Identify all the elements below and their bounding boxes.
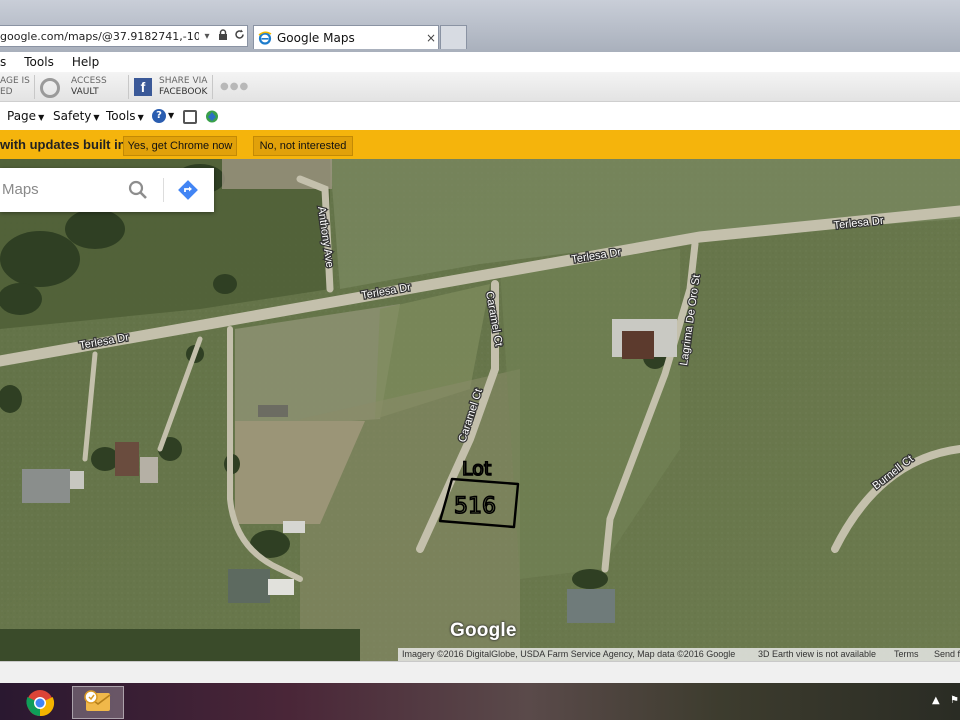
lot-label: Lot [462, 458, 491, 480]
satellite-imagery[interactable]: Terlesa Dr Terlesa Dr Terlesa Dr Terlesa… [0, 159, 960, 661]
menu-bar: s Tools Help [0, 52, 960, 72]
terms-link[interactable]: Terms [894, 648, 919, 661]
chrome-taskbar-button[interactable] [14, 686, 66, 719]
new-tab-button[interactable] [440, 25, 467, 49]
map-attribution-bar: Imagery ©2016 DigitalGlobe, USDA Farm Se… [398, 648, 960, 661]
toolbar-divider [212, 75, 213, 99]
menu-item-tools[interactable]: Tools [24, 55, 54, 69]
safety-menu-label: Safety [53, 109, 92, 123]
chevron-down-icon: ▼ [137, 113, 144, 122]
access-vault-line2: VAULT [71, 87, 99, 97]
search-divider [163, 178, 164, 202]
search-placeholder[interactable]: Maps [2, 181, 39, 198]
address-bar[interactable]: google.com/maps/@37.9182741,-104.89( ▾ [0, 25, 248, 47]
get-chrome-button[interactable]: Yes, get Chrome now [123, 136, 237, 156]
tools-menu-label: Tools [106, 109, 136, 123]
chrome-promo-banner: with updates built in Yes, get Chrome no… [0, 130, 960, 159]
tab-title: Google Maps [277, 30, 355, 45]
flag-icon[interactable]: ⚑ [950, 695, 959, 706]
help-icon[interactable]: ? [152, 109, 166, 123]
toolbar-partial-line2: ED [0, 87, 13, 97]
page-menu-button[interactable]: Page ▼ [7, 109, 44, 123]
chevron-down-icon: ▼ [38, 113, 45, 122]
not-interested-button[interactable]: No, not interested [253, 136, 353, 156]
map-canvas[interactable]: Terlesa Dr Terlesa Dr Terlesa Dr Terlesa… [0, 159, 960, 661]
maps-search-box[interactable]: Maps [0, 168, 214, 212]
menu-item-help[interactable]: Help [72, 55, 99, 69]
share-line2: FACEBOOK [159, 87, 208, 97]
more-options-icon[interactable]: ●●● [220, 81, 249, 92]
vault-icon[interactable] [40, 78, 60, 98]
imagery-credit: Imagery ©2016 DigitalGlobe, USDA Farm Se… [402, 649, 736, 659]
address-url[interactable]: google.com/maps/@37.9182741,-104.89( [0, 30, 199, 43]
outlook-icon [84, 690, 111, 711]
dropdown-arrow-icon[interactable]: ▾ [199, 31, 215, 42]
safety-menu-button[interactable]: Safety ▼ [53, 109, 100, 123]
research-icon[interactable] [183, 110, 197, 124]
chrome-icon [26, 690, 55, 717]
toolbar-divider [34, 75, 35, 99]
share-facebook-button[interactable]: SHARE VIA FACEBOOK [159, 76, 207, 98]
banner-message: with updates built in [0, 137, 126, 152]
command-bar: Page ▼ Safety ▼ Tools ▼ ? ▼ [0, 102, 960, 130]
tab-google-maps[interactable]: Google Maps × [253, 25, 439, 49]
chevron-down-icon[interactable]: ▼ [168, 111, 174, 120]
facebook-icon[interactable]: f [134, 78, 152, 96]
earth-view-notice: 3D Earth view is not available [758, 649, 877, 659]
menu-item-partial[interactable]: s [0, 55, 6, 69]
extension-toolbar: AGE IS ED ACCESS VAULT f SHARE VIA FACEB… [0, 72, 960, 102]
page-menu-label: Page [7, 109, 37, 123]
lot-number: 516 [454, 494, 496, 519]
lock-icon[interactable] [215, 29, 231, 43]
browser-title-bar: google.com/maps/@37.9182741,-104.89( ▾ G… [0, 0, 960, 52]
windows-taskbar: ▲ ⚑ [0, 683, 960, 720]
tray-overflow-icon[interactable]: ▲ [932, 695, 940, 706]
toolbar-partial-line1: AGE IS [0, 76, 30, 86]
google-logo: Google [450, 620, 517, 641]
share-line1: SHARE VIA [159, 76, 208, 86]
send-feedback-link[interactable]: Send f [934, 648, 960, 661]
directions-icon[interactable] [177, 179, 199, 201]
tools-menu-button[interactable]: Tools ▼ [106, 109, 144, 123]
tab-close-button[interactable]: × [424, 31, 438, 45]
access-vault-line1: ACCESS [71, 76, 107, 86]
chevron-down-icon: ▼ [93, 113, 100, 122]
translate-icon[interactable] [205, 109, 219, 124]
outlook-taskbar-button[interactable] [72, 686, 124, 719]
refresh-icon[interactable] [231, 29, 247, 43]
ie-favicon-icon [258, 31, 272, 45]
toolbar-partial-item[interactable]: AGE IS ED [0, 76, 30, 98]
search-icon[interactable] [127, 179, 149, 201]
browser-status-bar [0, 661, 960, 683]
toolbar-divider [128, 75, 129, 99]
access-vault-button[interactable]: ACCESS VAULT [71, 76, 107, 98]
